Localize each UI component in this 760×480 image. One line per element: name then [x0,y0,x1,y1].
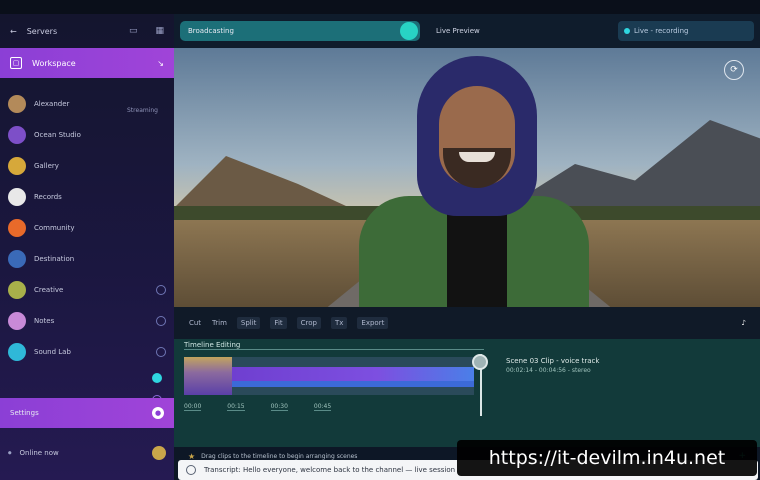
avatar [8,218,26,237]
avatar [8,342,26,361]
toolbar-button-fit[interactable]: Fit [270,317,287,329]
toolbar-button-split[interactable]: Split [236,317,261,329]
sidebar-item-sub: Streaming [127,107,158,114]
toggle-icon[interactable]: ⏺ [8,449,12,458]
volume-icon[interactable]: ♪ [742,319,746,327]
settings-toggle-icon[interactable]: ● [152,407,164,419]
avatar[interactable] [152,446,166,460]
video-preview[interactable]: ⟳ [174,48,760,307]
sidebar-item[interactable]: Sound Lab [0,336,174,367]
toolbar-button-trim[interactable]: Trim [212,317,227,329]
timeline-label: Timeline Editing [184,341,241,349]
audio-clip-bar[interactable] [232,381,474,387]
sidebar-list: Alexander Streaming Ocean Studio Gallery Rec… [0,78,174,367]
live-indicator-icon [624,28,630,34]
sidebar-item-label: Notes [34,316,55,325]
sidebar-item-label: Creative [34,285,64,294]
sidebar-item[interactable]: Creative [0,274,174,305]
sidebar-item-label: Sound Lab [34,347,71,356]
avatar [8,187,26,206]
status-dot-icon[interactable] [156,346,166,357]
clip-thumbnail[interactable] [184,357,232,395]
sidebar-item-settings[interactable]: Settings ● [0,398,174,428]
timeline-panel: Timeline Editing 00:00 00:15 00:30 00:45 Sc… [174,339,760,447]
toolbar-button-cut[interactable]: Cut [188,317,202,329]
timeline-ruler: 00:00 00:15 00:30 00:45 [184,403,332,411]
avatar [8,125,26,144]
status-badge[interactable]: Live - recording [618,21,754,41]
back-arrow-icon[interactable]: ← [10,27,17,36]
avatar [8,311,26,330]
window-icon[interactable]: ▭ [129,26,138,36]
timeline-tick: 00:15 [227,403,245,411]
toolbar-button-export[interactable]: Export [357,317,389,329]
user-status-label: Online now [19,449,59,457]
timeline-tick: 00:45 [313,403,332,411]
sidebar-active-label: Workspace [32,58,76,68]
sidebar-item[interactable]: Destination [0,243,174,274]
page-title: Live Preview [436,27,480,35]
camera-switch-icon[interactable]: ⟳ [724,60,744,80]
sidebar-item[interactable]: Records [0,181,174,212]
shirt [447,206,507,307]
search-input[interactable]: Broadcasting [180,21,420,41]
status-dot-icon[interactable] [156,315,166,326]
toolbar-button-tx[interactable]: Tx [330,317,348,329]
record-button[interactable] [400,22,418,40]
workspace-icon: ▢ [10,57,22,69]
timeline-track[interactable] [184,357,474,395]
status-dot-icon[interactable] [152,373,162,383]
sidebar-item-label: Gallery [34,161,59,170]
main-panel: Broadcasting Live Preview Live - recordi… [174,14,760,480]
status-dot-icon[interactable] [156,284,166,295]
timeline-tick: 00:00 [184,403,202,411]
edit-toolbar: Cut Trim Split Fit Crop Tx Export ♪ [174,307,760,339]
user-status[interactable]: ⏺ Online now [0,438,174,468]
settings-label: Settings [10,409,39,417]
topbar: Broadcasting Live Preview Live - recordi… [174,14,760,48]
sidebar-item-label: Destination [34,254,75,263]
avatar [8,280,26,299]
sidebar-item-label: Community [34,223,75,232]
status-text: Live - recording [634,27,689,35]
sidebar-header: ← Servers ▭ ▦ [0,14,174,48]
expand-icon[interactable]: ↘ [157,59,164,68]
sidebar-item[interactable]: Community [0,212,174,243]
timeline-divider [184,349,484,350]
avatar [8,156,26,175]
sidebar-item[interactable]: Ocean Studio [0,119,174,150]
watermark: https://it-devilm.in4u.net [457,440,757,476]
hint-text: Drag clips to the timeline to begin arra… [201,452,358,460]
playhead-handle[interactable] [472,354,488,416]
sidebar-item[interactable]: Notes [0,305,174,336]
toolbar-button-crop[interactable]: Crop [296,317,321,329]
timeline-tick: 00:30 [270,403,288,411]
mic-icon[interactable] [186,465,196,475]
clip-info-title: Scene 03 Clip - voice track [506,357,600,365]
avatar [8,249,26,268]
search-text: Broadcasting [188,27,234,35]
video-clip-bar[interactable] [232,367,474,381]
clip-info-sub: 00:02:14 - 00:04:56 - stereo [506,367,591,374]
presenter [359,56,589,307]
sidebar-item[interactable]: Gallery [0,150,174,181]
sidebar-item[interactable]: Alexander Streaming [0,88,174,119]
sidebar-item-label: Ocean Studio [34,130,81,139]
playhead-cap[interactable] [472,354,488,370]
sidebar-header-label: Servers [26,26,58,36]
avatar [8,94,26,113]
grid-icon[interactable]: ▦ [155,26,164,36]
sidebar-item-workspace[interactable]: ▢ Workspace ↘ [0,48,174,78]
sidebar-item-label: Records [34,192,62,201]
smile [459,152,495,162]
transcript-text: Transcript: Hello everyone, welcome back… [204,466,456,474]
sidebar-extra-row [0,367,174,389]
